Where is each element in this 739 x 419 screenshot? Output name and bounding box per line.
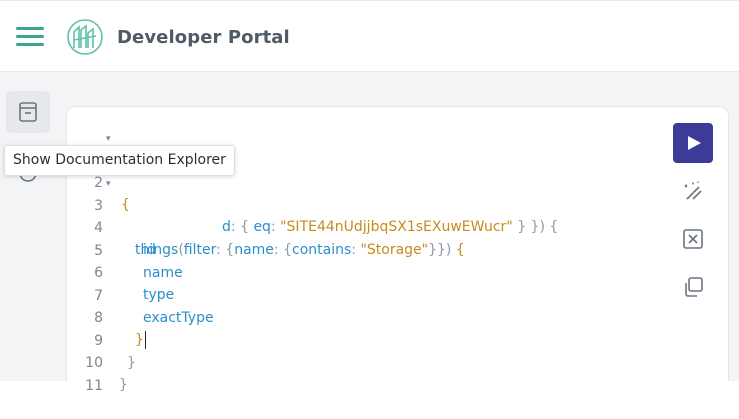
left-sidebar [0, 72, 58, 381]
merge-fragments-icon[interactable] [681, 227, 705, 251]
fold-arrow-icon[interactable]: ▾ [106, 173, 111, 195]
line-number: 11 [85, 378, 103, 394]
top-header: Developer Portal [0, 0, 739, 72]
code-line: 3 ▾ things(filter: {name: {contains: "St… [67, 173, 627, 258]
page-title: Developer Portal [117, 27, 290, 48]
code-line: 10 } [67, 330, 627, 393]
code-line: 11 [67, 353, 627, 394]
hamburger-menu-icon[interactable] [16, 27, 44, 47]
code-line: 4 id [67, 195, 627, 258]
copy-icon[interactable] [681, 275, 705, 299]
doc-explorer-tooltip: Show Documentation Explorer [4, 145, 235, 176]
documentation-explorer-button[interactable] [6, 91, 50, 133]
code-line: 6 type [67, 240, 627, 303]
code-token: } [119, 377, 128, 393]
documentation-explorer-icon [19, 102, 37, 122]
code-line: 5 name [67, 218, 627, 281]
developer-portal-logo [67, 19, 103, 55]
code-line: 8 } [67, 285, 627, 349]
run-query-button[interactable] [673, 123, 713, 163]
code-line: 7 exactType [67, 263, 627, 326]
code-line: 9 } [67, 308, 627, 371]
play-icon [688, 136, 701, 150]
prettify-icon[interactable] [681, 179, 705, 203]
